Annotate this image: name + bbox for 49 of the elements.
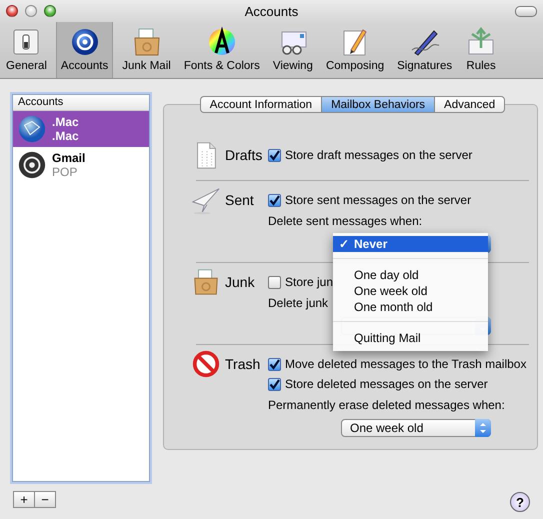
popup-button[interactable]: One week old bbox=[341, 419, 491, 437]
add-button[interactable]: + bbox=[13, 491, 35, 508]
tab[interactable]: Advanced bbox=[434, 96, 506, 113]
section-label: Trash bbox=[225, 356, 260, 372]
toolbar-tab[interactable]: Viewing bbox=[268, 22, 317, 78]
checkbox-label: Store sent messages on the server bbox=[285, 193, 472, 207]
menu-item[interactable]: Quitting Mail bbox=[333, 330, 488, 346]
section-label: Drafts bbox=[225, 147, 262, 163]
checkbox-label: Store jun bbox=[285, 275, 334, 289]
toolbar-tab[interactable]: General bbox=[2, 22, 51, 78]
toolbar-tab[interactable]: Rules bbox=[461, 22, 502, 78]
globe-icon bbox=[17, 114, 47, 144]
disc-icon bbox=[17, 150, 47, 180]
checkbox[interactable] bbox=[268, 148, 281, 162]
window-title: Accounts bbox=[244, 4, 298, 18]
field-caption: Permanently erase deleted messages when: bbox=[268, 398, 505, 412]
menu-item[interactable]: One week old bbox=[333, 283, 488, 299]
field-caption: Delete sent messages when: bbox=[268, 214, 422, 228]
menu-item[interactable]: One month old bbox=[333, 299, 488, 315]
toolbar-tab[interactable]: Fonts & Colors bbox=[180, 22, 264, 78]
minimize-button[interactable] bbox=[25, 5, 37, 17]
stepper-icon bbox=[475, 419, 491, 437]
tab[interactable]: Mailbox Behaviors bbox=[321, 96, 434, 113]
checkbox[interactable] bbox=[268, 194, 281, 206]
remove-button[interactable]: − bbox=[34, 491, 56, 508]
help-button[interactable]: ? bbox=[510, 492, 530, 512]
account-item[interactable]: .Mac .Mac bbox=[13, 111, 149, 147]
toolbar-tab[interactable]: Signatures bbox=[393, 22, 456, 78]
toolbar-toggle-button[interactable] bbox=[515, 6, 537, 16]
prohibited-icon bbox=[191, 349, 221, 379]
section-label: Junk bbox=[225, 274, 255, 290]
checkbox[interactable] bbox=[268, 378, 281, 390]
checkbox[interactable] bbox=[268, 276, 281, 288]
menu-item[interactable]: ✓ Never bbox=[333, 236, 488, 252]
toolbar-tab[interactable]: Junk Mail bbox=[118, 22, 175, 78]
tab[interactable]: Account Information bbox=[200, 96, 322, 113]
zoom-button[interactable] bbox=[44, 5, 56, 17]
field-caption: Delete junk bbox=[268, 296, 328, 310]
checkbox-label: Store draft messages on the server bbox=[285, 148, 472, 162]
close-button[interactable] bbox=[6, 5, 18, 17]
checkbox-label: Move deleted messages to the Trash mailbox bbox=[285, 357, 526, 371]
section-label: Sent bbox=[225, 192, 254, 208]
checkbox-label: Store deleted messages on the server bbox=[285, 377, 488, 391]
account-item[interactable]: Gmail POP bbox=[13, 147, 149, 183]
toolbar-tab[interactable]: Accounts bbox=[56, 22, 114, 78]
toolbar-tab[interactable]: Composing bbox=[322, 22, 388, 78]
checkbox[interactable] bbox=[268, 358, 281, 370]
menu-item[interactable]: One day old bbox=[333, 267, 488, 283]
column-header: Accounts bbox=[13, 95, 149, 111]
